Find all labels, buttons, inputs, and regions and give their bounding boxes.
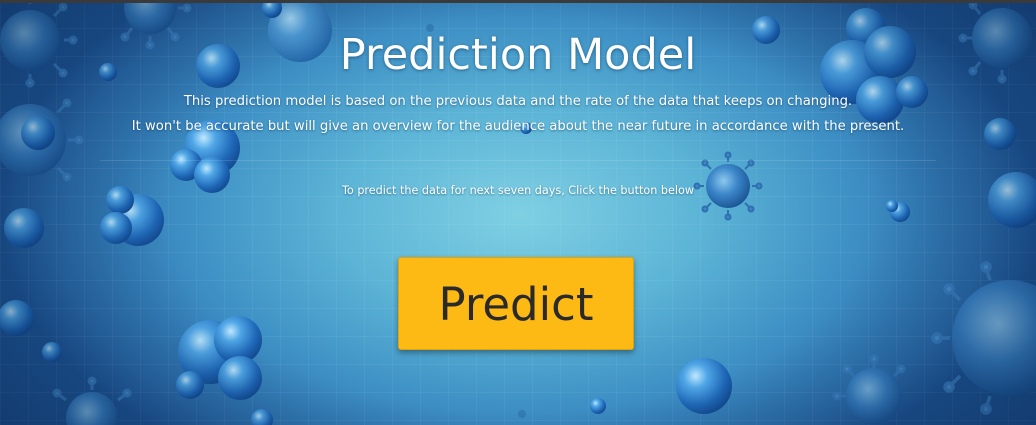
page-title: Prediction Model: [339, 30, 697, 80]
section-divider: [100, 160, 936, 161]
predict-instruction: To predict the data for next seven days,…: [342, 184, 694, 197]
description-line-2: It won't be accurate but will give an ov…: [131, 119, 905, 134]
prediction-page: Prediction Model This prediction model i…: [0, 0, 1036, 425]
window-top-border: [0, 0, 1036, 3]
description-line-1: This prediction model is based on the pr…: [183, 94, 853, 109]
predict-button[interactable]: Predict: [398, 257, 634, 350]
